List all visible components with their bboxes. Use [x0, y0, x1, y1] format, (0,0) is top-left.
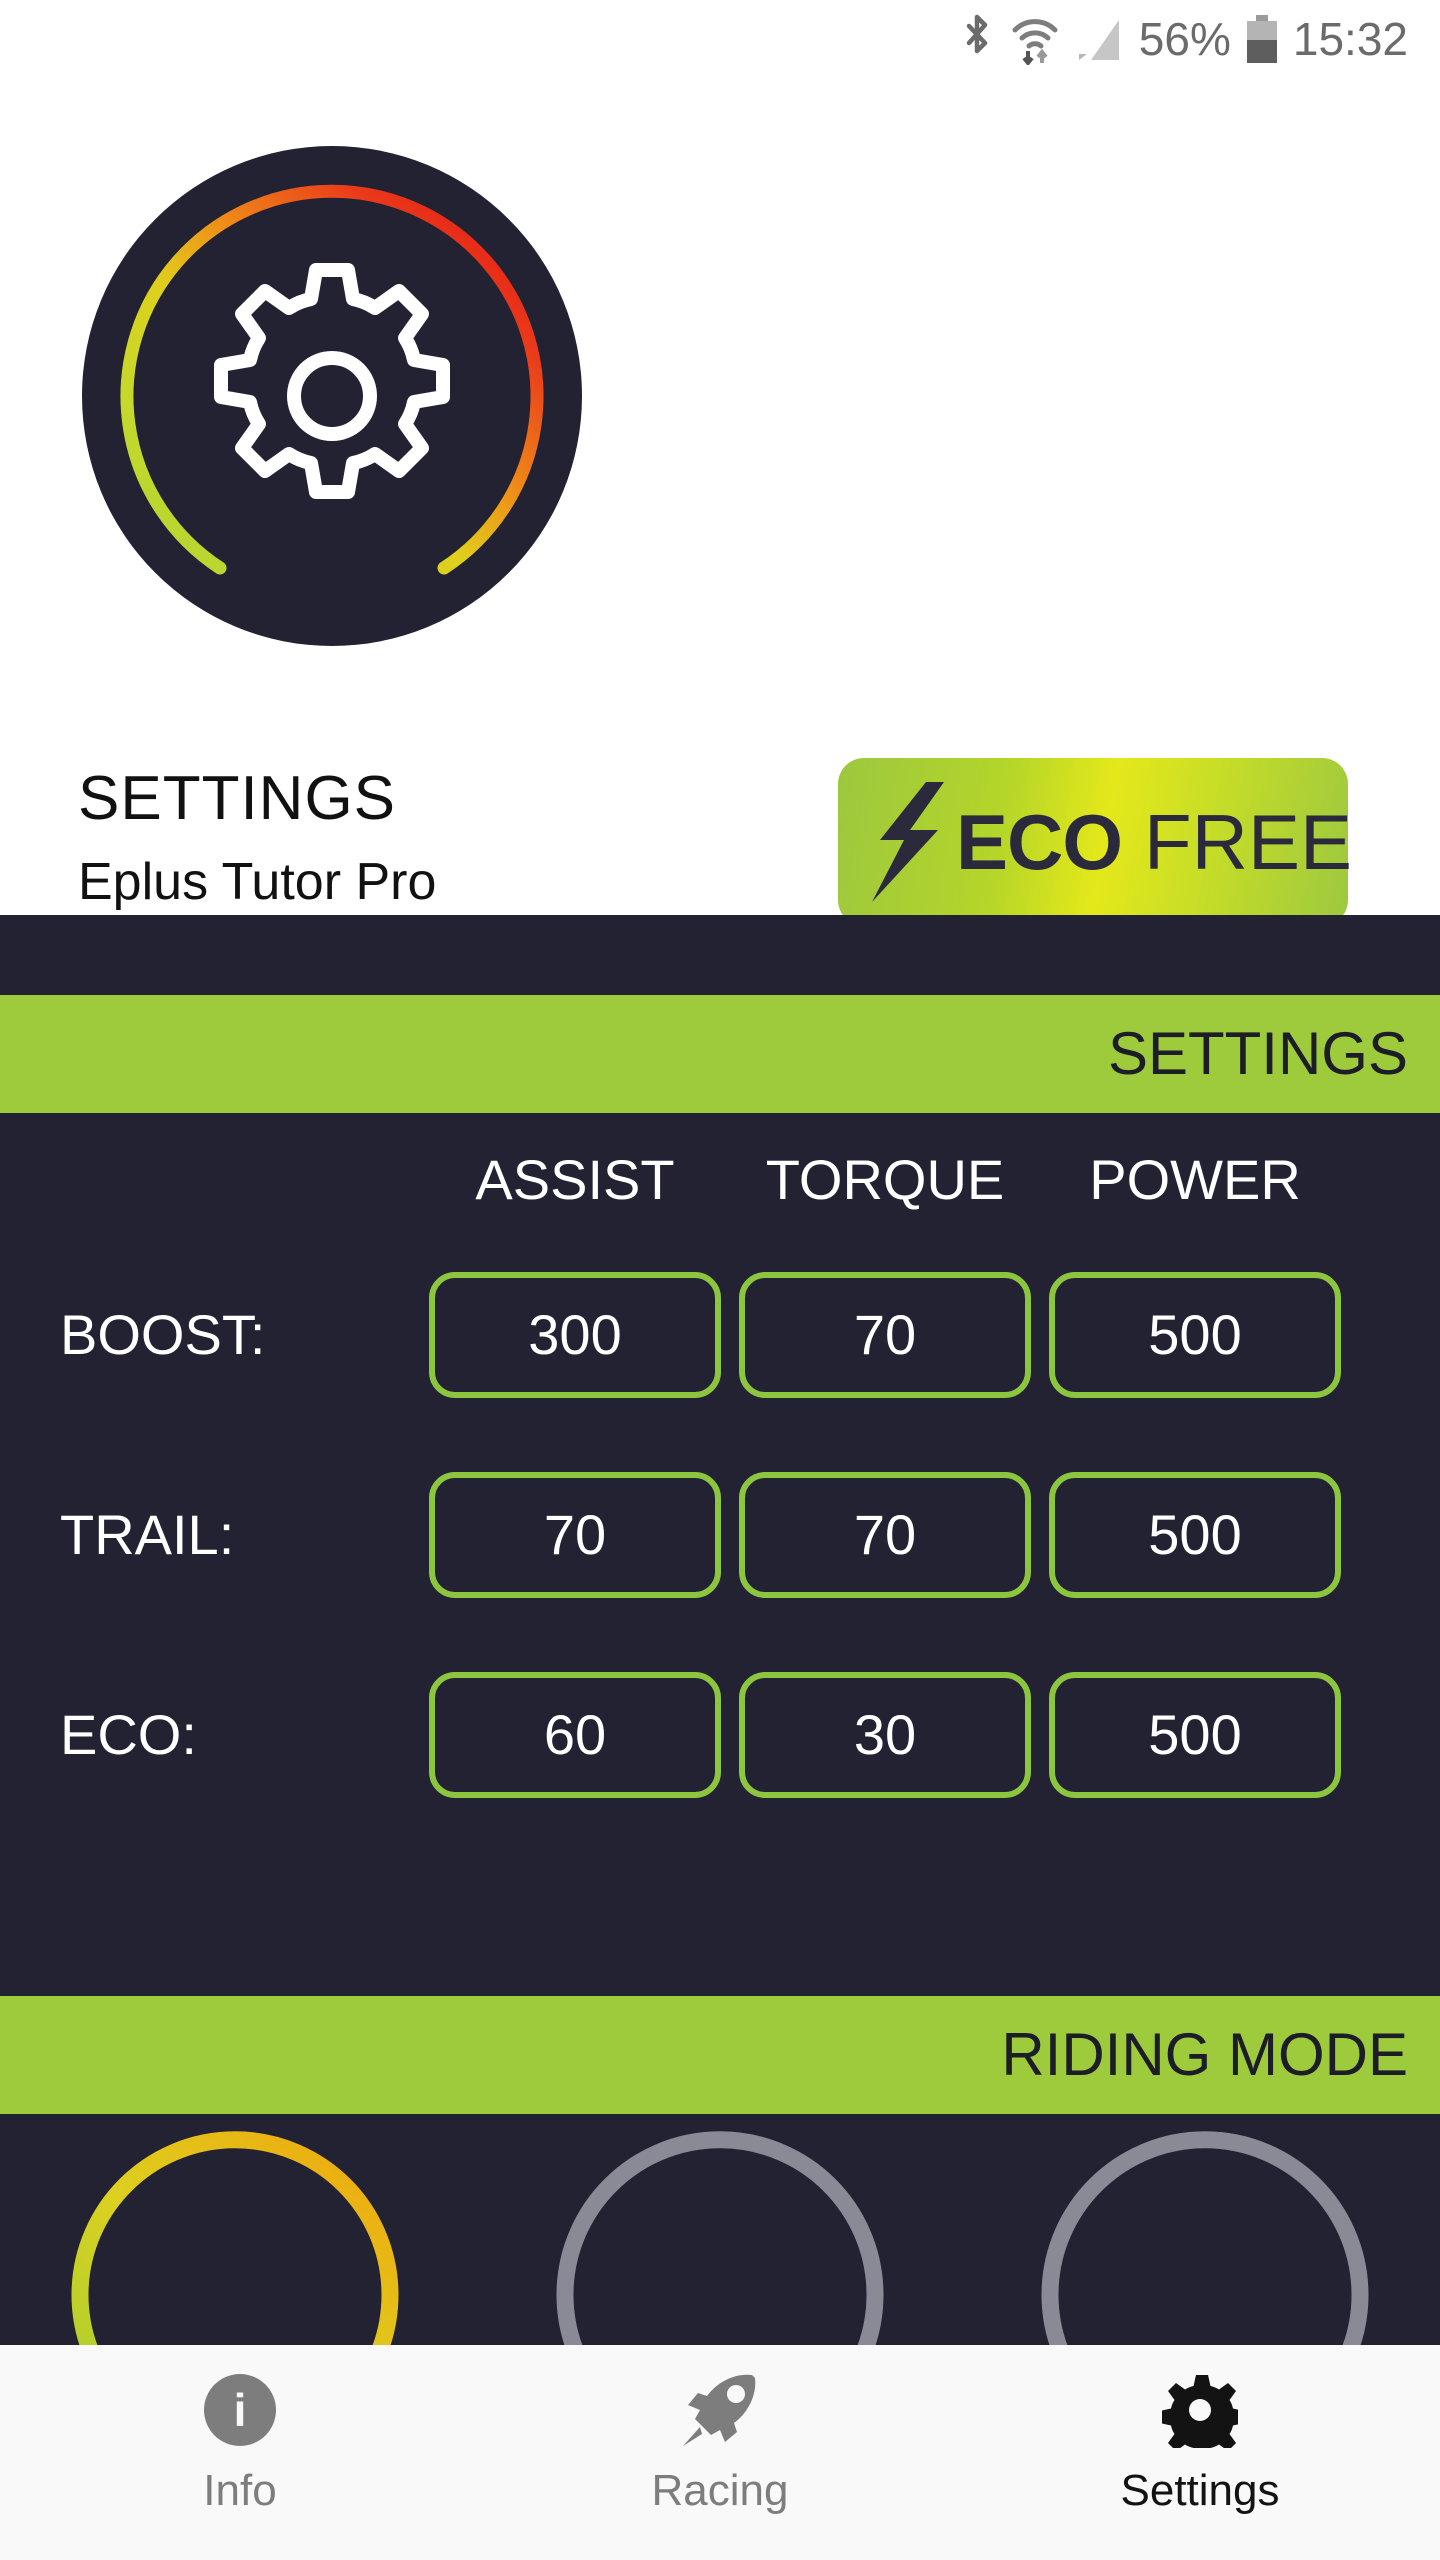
nav-label-racing: Racing [651, 2466, 789, 2515]
table-header-row: ASSIST TORQUE POWER [0, 1125, 1440, 1235]
value-input-trail-power[interactable]: 500 [1049, 1472, 1341, 1598]
settings-body: SETTINGS ASSIST TORQUE POWER BOOST: 300 … [0, 915, 1440, 2345]
column-header-power: POWER [1089, 1148, 1301, 1211]
table-row: BOOST: 300 70 500 [0, 1235, 1440, 1435]
table-row: TRAIL: 70 70 500 [0, 1435, 1440, 1635]
value-input-eco-power[interactable]: 500 [1049, 1672, 1341, 1798]
riding-mode-gauges [0, 2114, 1440, 2345]
value-input-eco-torque[interactable]: 30 [739, 1672, 1031, 1798]
cell-boost-torque: 70 [730, 1272, 1040, 1398]
row-label-eco: ECO: [60, 1703, 197, 1766]
settings-section-label: SETTINGS [1107, 1020, 1408, 1087]
cell-trail-power: 500 [1040, 1472, 1350, 1598]
cell-boost-power: 500 [1040, 1272, 1350, 1398]
badge-free-label: FREE [1144, 798, 1353, 886]
riding-mode-gauge-3[interactable] [1035, 2114, 1375, 2345]
settings-table: ASSIST TORQUE POWER BOOST: 300 70 500 TR… [0, 1125, 1440, 1835]
gear-icon [1162, 2373, 1238, 2448]
eco-free-badge[interactable]: ECO FREE [838, 758, 1352, 926]
nav-item-info[interactable]: i Info [0, 2345, 480, 2513]
value-input-trail-torque[interactable]: 70 [739, 1472, 1031, 1598]
wifi-icon [1011, 13, 1059, 65]
column-header-assist: ASSIST [475, 1148, 675, 1211]
value-input-boost-torque[interactable]: 70 [739, 1272, 1031, 1398]
riding-mode-section-bar: RIDING MODE [0, 1996, 1440, 2114]
cell-eco-torque: 30 [730, 1672, 1040, 1798]
cell-trail-torque: 70 [730, 1472, 1040, 1598]
table-row: ECO: 60 30 500 [0, 1635, 1440, 1835]
value-input-eco-assist[interactable]: 60 [429, 1672, 721, 1798]
info-icon: i [204, 2373, 276, 2447]
riding-mode-gauge-1[interactable] [65, 2114, 405, 2345]
nav-label-settings: Settings [1120, 2466, 1280, 2515]
row-label-boost: BOOST: [60, 1303, 266, 1366]
battery-icon [1246, 15, 1277, 63]
cell-boost-assist: 300 [420, 1272, 730, 1398]
page-header: SETTINGS Eplus Tutor Pro ECO FREE [0, 78, 1440, 926]
value-input-boost-power[interactable]: 500 [1049, 1272, 1341, 1398]
rocket-icon [680, 2373, 760, 2447]
signal-icon [1075, 14, 1123, 64]
app-screen: 56% 15:32 SETTINGS Eplus Tutor Pro ECO F… [0, 0, 1440, 2560]
riding-mode-gauge-2[interactable] [550, 2114, 890, 2345]
gear-gauge-icon [82, 146, 582, 646]
column-header-torque: TORQUE [765, 1148, 1005, 1211]
riding-mode-section-label: RIDING MODE [1001, 2021, 1408, 2088]
nav-item-settings[interactable]: Settings [960, 2345, 1440, 2513]
value-input-trail-assist[interactable]: 70 [429, 1472, 721, 1598]
cell-eco-assist: 60 [420, 1672, 730, 1798]
bluetooth-icon [959, 13, 995, 65]
settings-section-bar: SETTINGS [0, 995, 1440, 1113]
value-input-boost-assist[interactable]: 300 [429, 1272, 721, 1398]
cell-eco-power: 500 [1040, 1672, 1350, 1798]
nav-item-racing[interactable]: Racing [480, 2345, 960, 2513]
bottom-navigation: i Info Racing Settings [0, 2345, 1440, 2560]
status-bar: 56% 15:32 [0, 0, 1440, 78]
row-label-trail: TRAIL: [60, 1503, 235, 1566]
cell-trail-assist: 70 [420, 1472, 730, 1598]
clock: 15:32 [1292, 13, 1408, 65]
battery-percent: 56% [1138, 13, 1231, 65]
page-title: SETTINGS [78, 764, 397, 833]
nav-label-info: Info [203, 2466, 277, 2515]
lightning-bolt-icon [864, 782, 950, 902]
badge-eco-label: ECO [956, 798, 1123, 886]
page-subtitle: Eplus Tutor Pro [78, 853, 437, 911]
